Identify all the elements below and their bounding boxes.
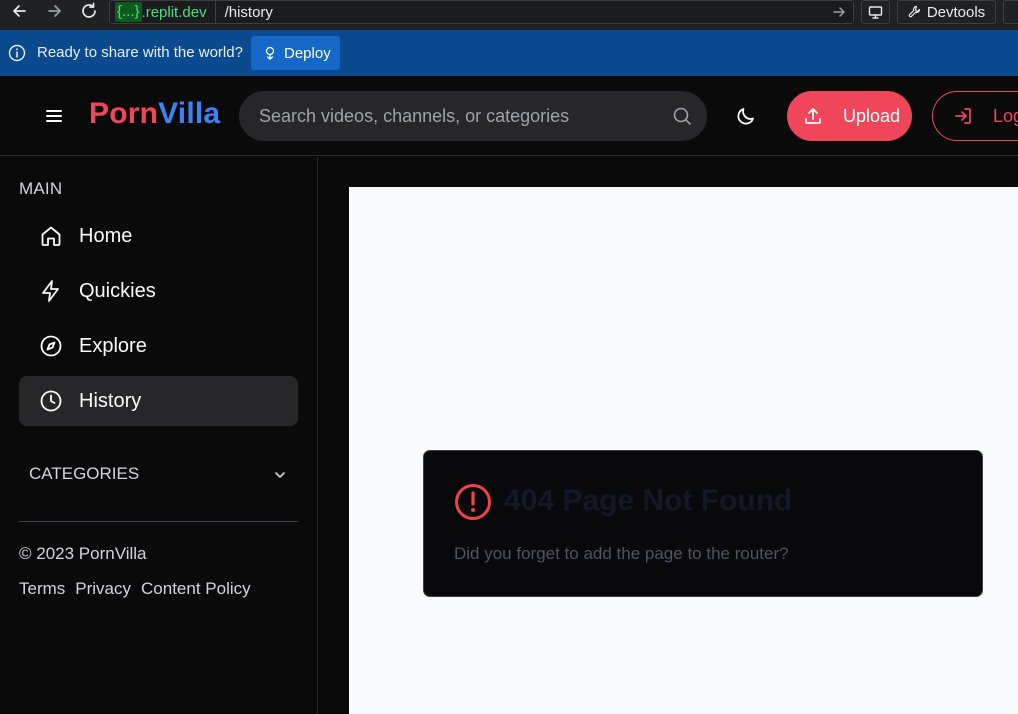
site-logo[interactable]: PornVilla (89, 97, 220, 131)
url-domain: .replit.dev (141, 3, 207, 21)
chevron-down-icon (275, 472, 285, 478)
section-label-main: MAIN (19, 179, 63, 198)
copyright: © 2023 PornVilla (19, 544, 147, 563)
app-header: PornVilla Upload Log (0, 76, 1018, 156)
search-input[interactable] (259, 91, 659, 141)
deploy-icon (265, 46, 275, 60)
arrow-left-icon (13, 5, 26, 17)
login-button[interactable]: Log (932, 91, 1018, 141)
deploy-label: Deploy (284, 44, 331, 62)
reload-icon (82, 2, 96, 18)
footer-link-content-policy[interactable]: Content Policy (141, 579, 251, 599)
clock-icon (40, 390, 62, 412)
lightning-icon (42, 280, 59, 302)
logo-part-villa: Villa (158, 97, 221, 130)
devtools-label: Devtools (926, 3, 986, 21)
alert-circle-icon (455, 484, 491, 520)
sidebar-item-explore[interactable]: Explore (19, 321, 298, 371)
extra-toolbar-button[interactable] (1003, 0, 1018, 24)
home-icon (41, 226, 61, 246)
moon-icon[interactable] (735, 105, 757, 127)
screen-button[interactable] (861, 0, 890, 24)
categories-label: CATEGORIES (29, 464, 140, 483)
sidebar-item-history[interactable]: History (19, 376, 298, 426)
url-path[interactable]: /history (225, 4, 273, 21)
sidebar-item-label: History (79, 389, 142, 412)
sidebar-item-label: Explore (79, 334, 147, 357)
sidebar-divider (19, 521, 298, 522)
login-icon (955, 108, 971, 124)
url-badge: {...} (115, 2, 142, 22)
arrow-right-icon (48, 5, 61, 17)
reload-button[interactable] (78, 0, 100, 22)
upload-button[interactable]: Upload (787, 91, 912, 141)
error-title: 404 Page Not Found (504, 484, 793, 517)
devtools-button[interactable]: Devtools (897, 0, 996, 24)
forward-button[interactable] (44, 0, 66, 22)
error-card: 404 Page Not Found Did you forget to add… (423, 450, 983, 597)
wrench-icon (908, 5, 920, 18)
upload-label: Upload (843, 105, 901, 126)
go-arrow-icon[interactable] (831, 4, 847, 20)
footer-link-terms[interactable]: Terms (19, 579, 65, 599)
sidebar-item-label: Home (79, 224, 133, 247)
sidebar-item-label: Quickies (79, 279, 156, 302)
deploy-notice-bar: Ready to share with the world? Deploy (0, 30, 1018, 76)
search-icon[interactable] (672, 106, 692, 126)
upload-icon (805, 108, 821, 124)
address-bar[interactable]: {...} .replit.dev /history (109, 0, 854, 24)
error-message: Did you forget to add the page to the ro… (454, 544, 789, 563)
browser-toolbar: {...} .replit.dev /history Devtools (0, 0, 1018, 30)
deploy-button[interactable]: Deploy (251, 36, 340, 70)
compass-icon (40, 335, 62, 357)
footer-links: Terms Privacy Content Policy (19, 579, 251, 599)
main-content: 404 Page Not Found Did you forget to add… (349, 187, 1018, 714)
search-bar (239, 91, 707, 141)
url-divider (214, 1, 216, 23)
monitor-icon (868, 5, 883, 19)
categories-toggle[interactable]: CATEGORIES (29, 462, 289, 486)
info-icon (8, 44, 26, 62)
sidebar: MAIN Home Quickies Explore History CATEG… (0, 157, 318, 714)
sidebar-item-home[interactable]: Home (19, 211, 298, 261)
back-button[interactable] (8, 0, 30, 22)
logo-part-porn: Porn (89, 97, 159, 130)
notice-text: Ready to share with the world? (37, 44, 243, 61)
sidebar-item-quickies[interactable]: Quickies (19, 266, 298, 316)
hamburger-menu-icon[interactable] (44, 106, 64, 126)
login-label: Log (993, 105, 1018, 126)
footer-link-privacy[interactable]: Privacy (75, 579, 131, 599)
